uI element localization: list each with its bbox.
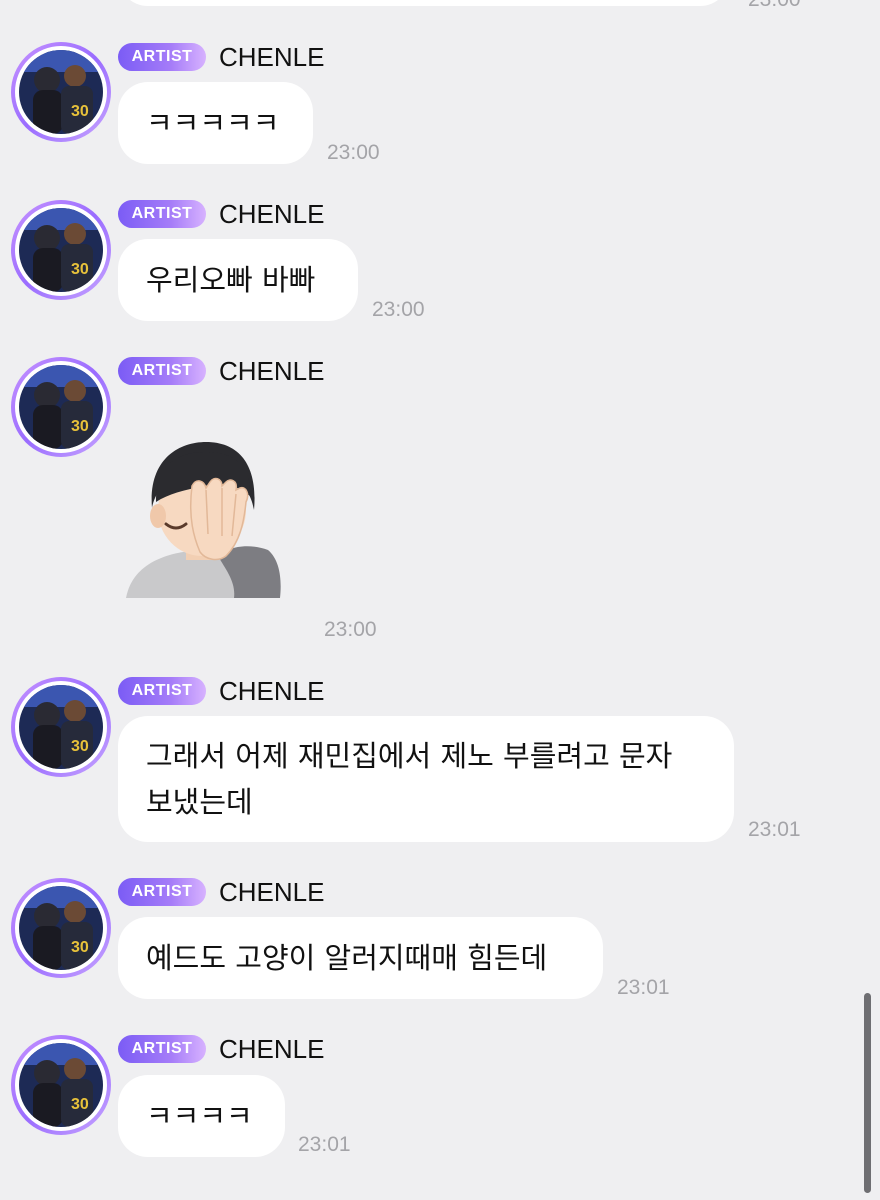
message-text-line2: 보냈는데: [146, 785, 253, 819]
avatar-photo: 30: [19, 1043, 103, 1127]
message-bubble[interactable]: 예드도 고양이 알러지때매 힘든데: [118, 917, 603, 999]
message-bubble[interactable]: ㅋㅋㅋㅋ: [118, 1075, 285, 1157]
artist-badge: ARTIST: [118, 357, 206, 385]
message-text-line1: 그래서 어제 재민집에서 제노 부를려고 문자: [146, 739, 673, 773]
artist-badge: ARTIST: [118, 43, 206, 71]
artist-badge: ARTIST: [118, 1035, 206, 1063]
sender-name: CHENLE: [219, 199, 325, 229]
avatar-photo: 30: [19, 365, 103, 449]
sender-name: CHENLE: [219, 1034, 325, 1064]
svg-text:30: 30: [71, 261, 89, 278]
message-timestamp: 23:01: [298, 1133, 351, 1156]
chat-screen: 23:00 30 ARTIST CHENLE ㅋㅋㅋㅋㅋ 23:00 30 AR…: [0, 0, 880, 1200]
message-bubble[interactable]: ㅋㅋㅋㅋㅋ: [118, 82, 313, 164]
avatar[interactable]: 30: [11, 1035, 111, 1135]
sender-name: CHENLE: [219, 42, 325, 72]
message-timestamp: 23:00: [324, 618, 377, 641]
sender-name: CHENLE: [219, 676, 325, 706]
artist-badge: ARTIST: [118, 677, 206, 705]
avatar-photo: 30: [19, 886, 103, 970]
svg-text:30: 30: [71, 103, 89, 120]
message-text: ㅋㅋㅋㅋㅋ: [146, 106, 280, 140]
avatar[interactable]: 30: [11, 200, 111, 300]
avatar[interactable]: 30: [11, 357, 111, 457]
message-bubble-partial[interactable]: [118, 0, 730, 6]
message-timestamp: 23:01: [748, 818, 801, 841]
avatar[interactable]: 30: [11, 677, 111, 777]
sender-name: CHENLE: [219, 877, 325, 907]
artist-badge: ARTIST: [118, 878, 206, 906]
sender-name: CHENLE: [219, 356, 325, 386]
message-timestamp: 23:00: [327, 141, 380, 164]
message-timestamp: 23:01: [617, 976, 670, 999]
facepalm-emoji[interactable]: [122, 438, 282, 600]
message-text: ㅋㅋㅋㅋ: [146, 1099, 253, 1133]
scrollbar-thumb[interactable]: [864, 993, 871, 1193]
message-timestamp-partial: 23:00: [748, 0, 801, 12]
svg-text:30: 30: [71, 939, 89, 956]
svg-text:30: 30: [71, 738, 89, 755]
message-timestamp: 23:00: [372, 298, 425, 321]
avatar-photo: 30: [19, 208, 103, 292]
avatar-photo: 30: [19, 685, 103, 769]
message-bubble[interactable]: 우리오빠 바빠: [118, 239, 358, 321]
svg-text:30: 30: [71, 1096, 89, 1113]
avatar-photo: 30: [19, 50, 103, 134]
avatar[interactable]: 30: [11, 42, 111, 142]
message-text: 우리오빠 바빠: [146, 263, 316, 297]
artist-badge: ARTIST: [118, 200, 206, 228]
message-bubble[interactable]: 그래서 어제 재민집에서 제노 부를려고 문자 보냈는데: [118, 716, 734, 842]
avatar[interactable]: 30: [11, 878, 111, 978]
message-text: 예드도 고양이 알러지때매 힘든데: [146, 941, 548, 975]
svg-text:30: 30: [71, 418, 89, 435]
